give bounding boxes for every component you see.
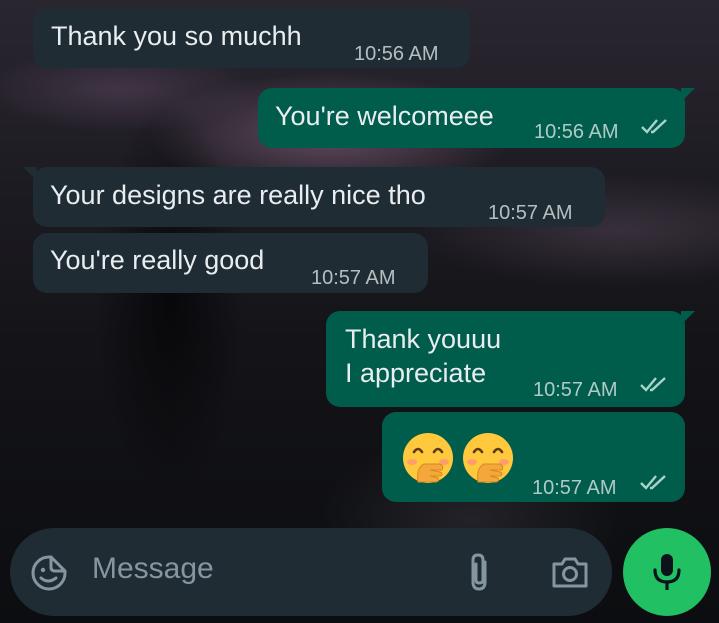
read-receipt-icon — [640, 475, 666, 490]
message-text: Your designs are really nice tho — [50, 180, 426, 210]
read-receipt-icon — [641, 119, 667, 134]
message-bubble-outgoing[interactable]: You're welcomeee 10:56 AM — [258, 88, 695, 148]
message-text-line: I appreciate — [345, 358, 487, 388]
face-with-hand-over-mouth-emoji — [463, 433, 513, 483]
message-text: You're welcomeee — [275, 101, 494, 131]
voice-record-button[interactable] — [623, 528, 711, 616]
face-with-hand-over-mouth-emoji — [403, 433, 453, 483]
message-bubble-incoming[interactable]: Thank you so muchh 10:56 AM — [33, 8, 470, 68]
message-text: Thank you so muchh — [51, 21, 302, 51]
message-input[interactable]: Message — [92, 552, 214, 586]
message-composer[interactable]: Message — [10, 528, 612, 616]
message-time: 10:56 AM — [354, 43, 439, 65]
message-time: 10:57 AM — [488, 202, 573, 224]
message-time: 10:56 AM — [534, 121, 619, 143]
microphone-icon — [653, 554, 681, 590]
message-time: 10:57 AM — [311, 267, 396, 289]
read-receipt-icon — [640, 377, 666, 392]
wallpaper-silhouette — [60, 40, 270, 560]
message-text: You're really good — [50, 245, 265, 275]
message-text-line: Thank youuu — [345, 324, 502, 354]
message-time: 10:57 AM — [533, 379, 618, 401]
camera-icon[interactable] — [550, 554, 590, 590]
message-bubble-outgoing[interactable]: Thank youuu I appreciate 10:57 AM — [326, 311, 695, 407]
message-time: 10:57 AM — [532, 477, 617, 499]
paperclip-icon[interactable] — [462, 552, 496, 592]
message-bubble-incoming[interactable]: Your designs are really nice tho 10:57 A… — [23, 167, 605, 227]
sticker-icon[interactable] — [30, 554, 68, 592]
message-bubble-outgoing[interactable]: 10:57 AM — [382, 412, 685, 502]
message-bubble-incoming[interactable]: You're really good 10:57 AM — [33, 233, 428, 293]
